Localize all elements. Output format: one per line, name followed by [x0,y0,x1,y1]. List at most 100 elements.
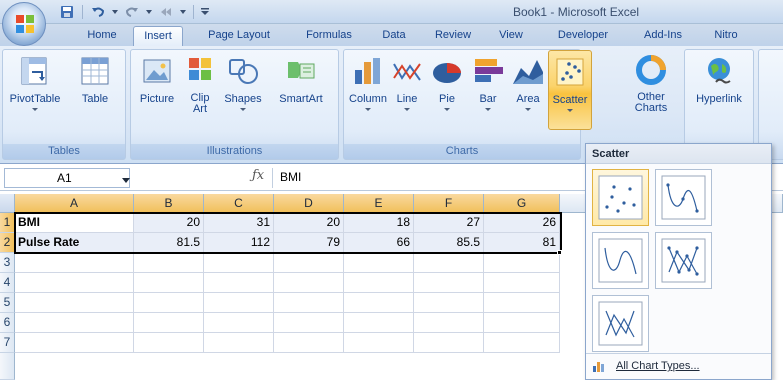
cell-d1[interactable]: 20 [274,213,344,233]
tab-insert[interactable]: Insert [133,26,183,47]
name-box-dropdown-icon[interactable] [122,178,130,183]
cell-f2[interactable]: 85.5 [414,233,484,253]
cell-e5[interactable] [344,293,414,313]
cell-b6[interactable] [134,313,204,333]
cell-f3[interactable] [414,253,484,273]
row-header-8[interactable] [0,353,15,380]
cell-g1[interactable]: 26 [484,213,560,233]
row-header-4[interactable]: 4 [0,273,15,293]
cell-d2[interactable]: 79 [274,233,344,253]
cell-a5[interactable] [15,293,134,313]
scatter-smooth-lines-markers-option[interactable] [655,169,712,226]
fill-handle[interactable] [557,250,562,255]
scatter-chart-button[interactable]: Scatter [548,50,592,130]
cell-e4[interactable] [344,273,414,293]
cell-g2[interactable]: 81 [484,233,560,253]
cell-g5[interactable] [484,293,560,313]
clip-art-button[interactable]: Clip Art [183,50,217,130]
cell-a7[interactable] [15,333,134,353]
cell-b2[interactable]: 81.5 [134,233,204,253]
cell-b3[interactable] [134,253,204,273]
scatter-straight-lines-markers-option[interactable] [655,232,712,289]
scatter-straight-lines-option[interactable] [592,295,649,352]
cell-e6[interactable] [344,313,414,333]
undo-dropdown-icon[interactable] [111,3,119,21]
cell-e3[interactable] [344,253,414,273]
cell-e1[interactable]: 18 [344,213,414,233]
cell-c1[interactable]: 31 [204,213,274,233]
cell-c2[interactable]: 112 [204,233,274,253]
select-all-corner[interactable] [0,194,15,213]
column-header-d[interactable]: D [274,194,344,213]
cell-g3[interactable] [484,253,560,273]
cell-f1[interactable]: 27 [414,213,484,233]
bar-chart-button[interactable]: Bar [468,50,508,130]
scatter-markers-only-option[interactable] [592,169,649,226]
cell-b1[interactable]: 20 [134,213,204,233]
tab-nitro[interactable]: Nitro [703,26,749,46]
smartart-button[interactable]: SmartArt [267,50,335,130]
picture-button[interactable]: Picture [133,50,181,130]
other-charts-button[interactable]: Other Charts [628,49,674,129]
formula-input[interactable]: BMI [280,170,301,184]
tab-page-layout[interactable]: Page Layout [198,26,280,46]
cell-g4[interactable] [484,273,560,293]
cell-e2[interactable]: 66 [344,233,414,253]
row-header-1[interactable]: 1 [0,213,15,233]
cell-d7[interactable] [274,333,344,353]
cell-c5[interactable] [204,293,274,313]
cell-f7[interactable] [414,333,484,353]
cell-a3[interactable] [15,253,134,273]
scatter-smooth-lines-option[interactable] [592,232,649,289]
cell-a1[interactable]: BMI [15,213,134,233]
cell-a2[interactable]: Pulse Rate [15,233,134,253]
insert-function-icon[interactable]: ƒx [252,168,264,183]
cell-b7[interactable] [134,333,204,353]
all-chart-types-item[interactable]: All Chart Types... [586,356,771,378]
tab-view[interactable]: View [491,26,531,46]
table-button[interactable]: Table [67,50,123,130]
office-button[interactable] [2,2,46,46]
undo-icon[interactable] [89,3,107,21]
cell-b5[interactable] [134,293,204,313]
column-header-b[interactable]: B [134,194,204,213]
row-header-7[interactable]: 7 [0,333,15,353]
cell-e7[interactable] [344,333,414,353]
cell-a6[interactable] [15,313,134,333]
row-header-5[interactable]: 5 [0,293,15,313]
row-header-2[interactable]: 2 [0,233,15,253]
name-box[interactable]: A1 [4,168,130,188]
row-header-3[interactable]: 3 [0,253,15,273]
cell-c7[interactable] [204,333,274,353]
cell-c4[interactable] [204,273,274,293]
line-chart-button[interactable]: Line [390,50,424,130]
customize-qat-icon[interactable] [200,3,210,21]
cell-d3[interactable] [274,253,344,273]
area-chart-button[interactable]: Area [508,50,548,130]
column-header-a[interactable]: A [15,194,134,213]
repeat-icon[interactable] [157,3,175,21]
tab-developer[interactable]: Developer [548,26,618,46]
column-chart-button[interactable]: Column [346,50,390,130]
cell-f6[interactable] [414,313,484,333]
row-header-6[interactable]: 6 [0,313,15,333]
cell-b4[interactable] [134,273,204,293]
column-header-f[interactable]: F [414,194,484,213]
redo-icon[interactable] [123,3,141,21]
column-header-e[interactable]: E [344,194,414,213]
column-header-c[interactable]: C [204,194,274,213]
shapes-button[interactable]: Shapes [219,50,267,130]
tab-formulas[interactable]: Formulas [298,26,360,46]
cell-a4[interactable] [15,273,134,293]
column-header-g[interactable]: G [484,194,560,213]
cell-g7[interactable] [484,333,560,353]
redo-dropdown-icon[interactable] [145,3,153,21]
repeat-dropdown-icon[interactable] [179,3,187,21]
tab-review[interactable]: Review [428,26,478,46]
cell-f5[interactable] [414,293,484,313]
cell-g6[interactable] [484,313,560,333]
hyperlink-button[interactable]: Hyperlink [687,50,751,130]
tab-add-ins[interactable]: Add-Ins [633,26,693,46]
cell-f4[interactable] [414,273,484,293]
tab-home[interactable]: Home [80,26,124,46]
